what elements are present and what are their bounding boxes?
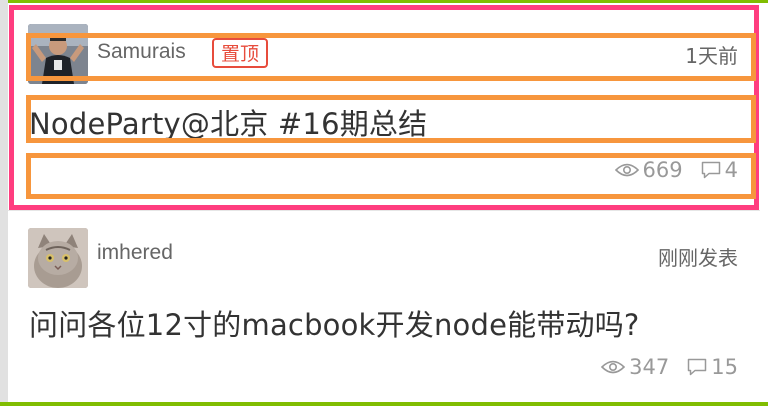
topic-item[interactable]: imhered 刚刚发表 问问各位12寸的macbook开发node能带动吗? …: [8, 210, 760, 403]
topic-item[interactable]: Samurais 置顶 1天前 NodeParty@北京 #16期总结 669: [8, 3, 760, 210]
avatar[interactable]: [28, 228, 88, 288]
view-count-value: 347: [629, 355, 670, 379]
eye-icon: [601, 359, 626, 375]
selection-box-title: [26, 95, 756, 143]
topic-time: 刚刚发表: [658, 246, 738, 270]
left-rail: [0, 0, 8, 406]
comment-icon: [687, 358, 707, 376]
topic-title[interactable]: 问问各位12寸的macbook开发node能带动吗?: [29, 302, 640, 344]
topic-stats: 347 15: [601, 355, 738, 379]
bottom-accent-line: [0, 402, 768, 406]
reply-count: 15: [687, 355, 738, 379]
author-name[interactable]: imhered: [97, 241, 173, 265]
selection-box-stats: [26, 153, 756, 199]
topic-list-page: Samurais 置顶 1天前 NodeParty@北京 #16期总结 669: [0, 0, 768, 406]
selection-box-header: [26, 33, 756, 81]
view-count: 347: [601, 355, 669, 379]
reply-count-value: 15: [711, 355, 738, 379]
